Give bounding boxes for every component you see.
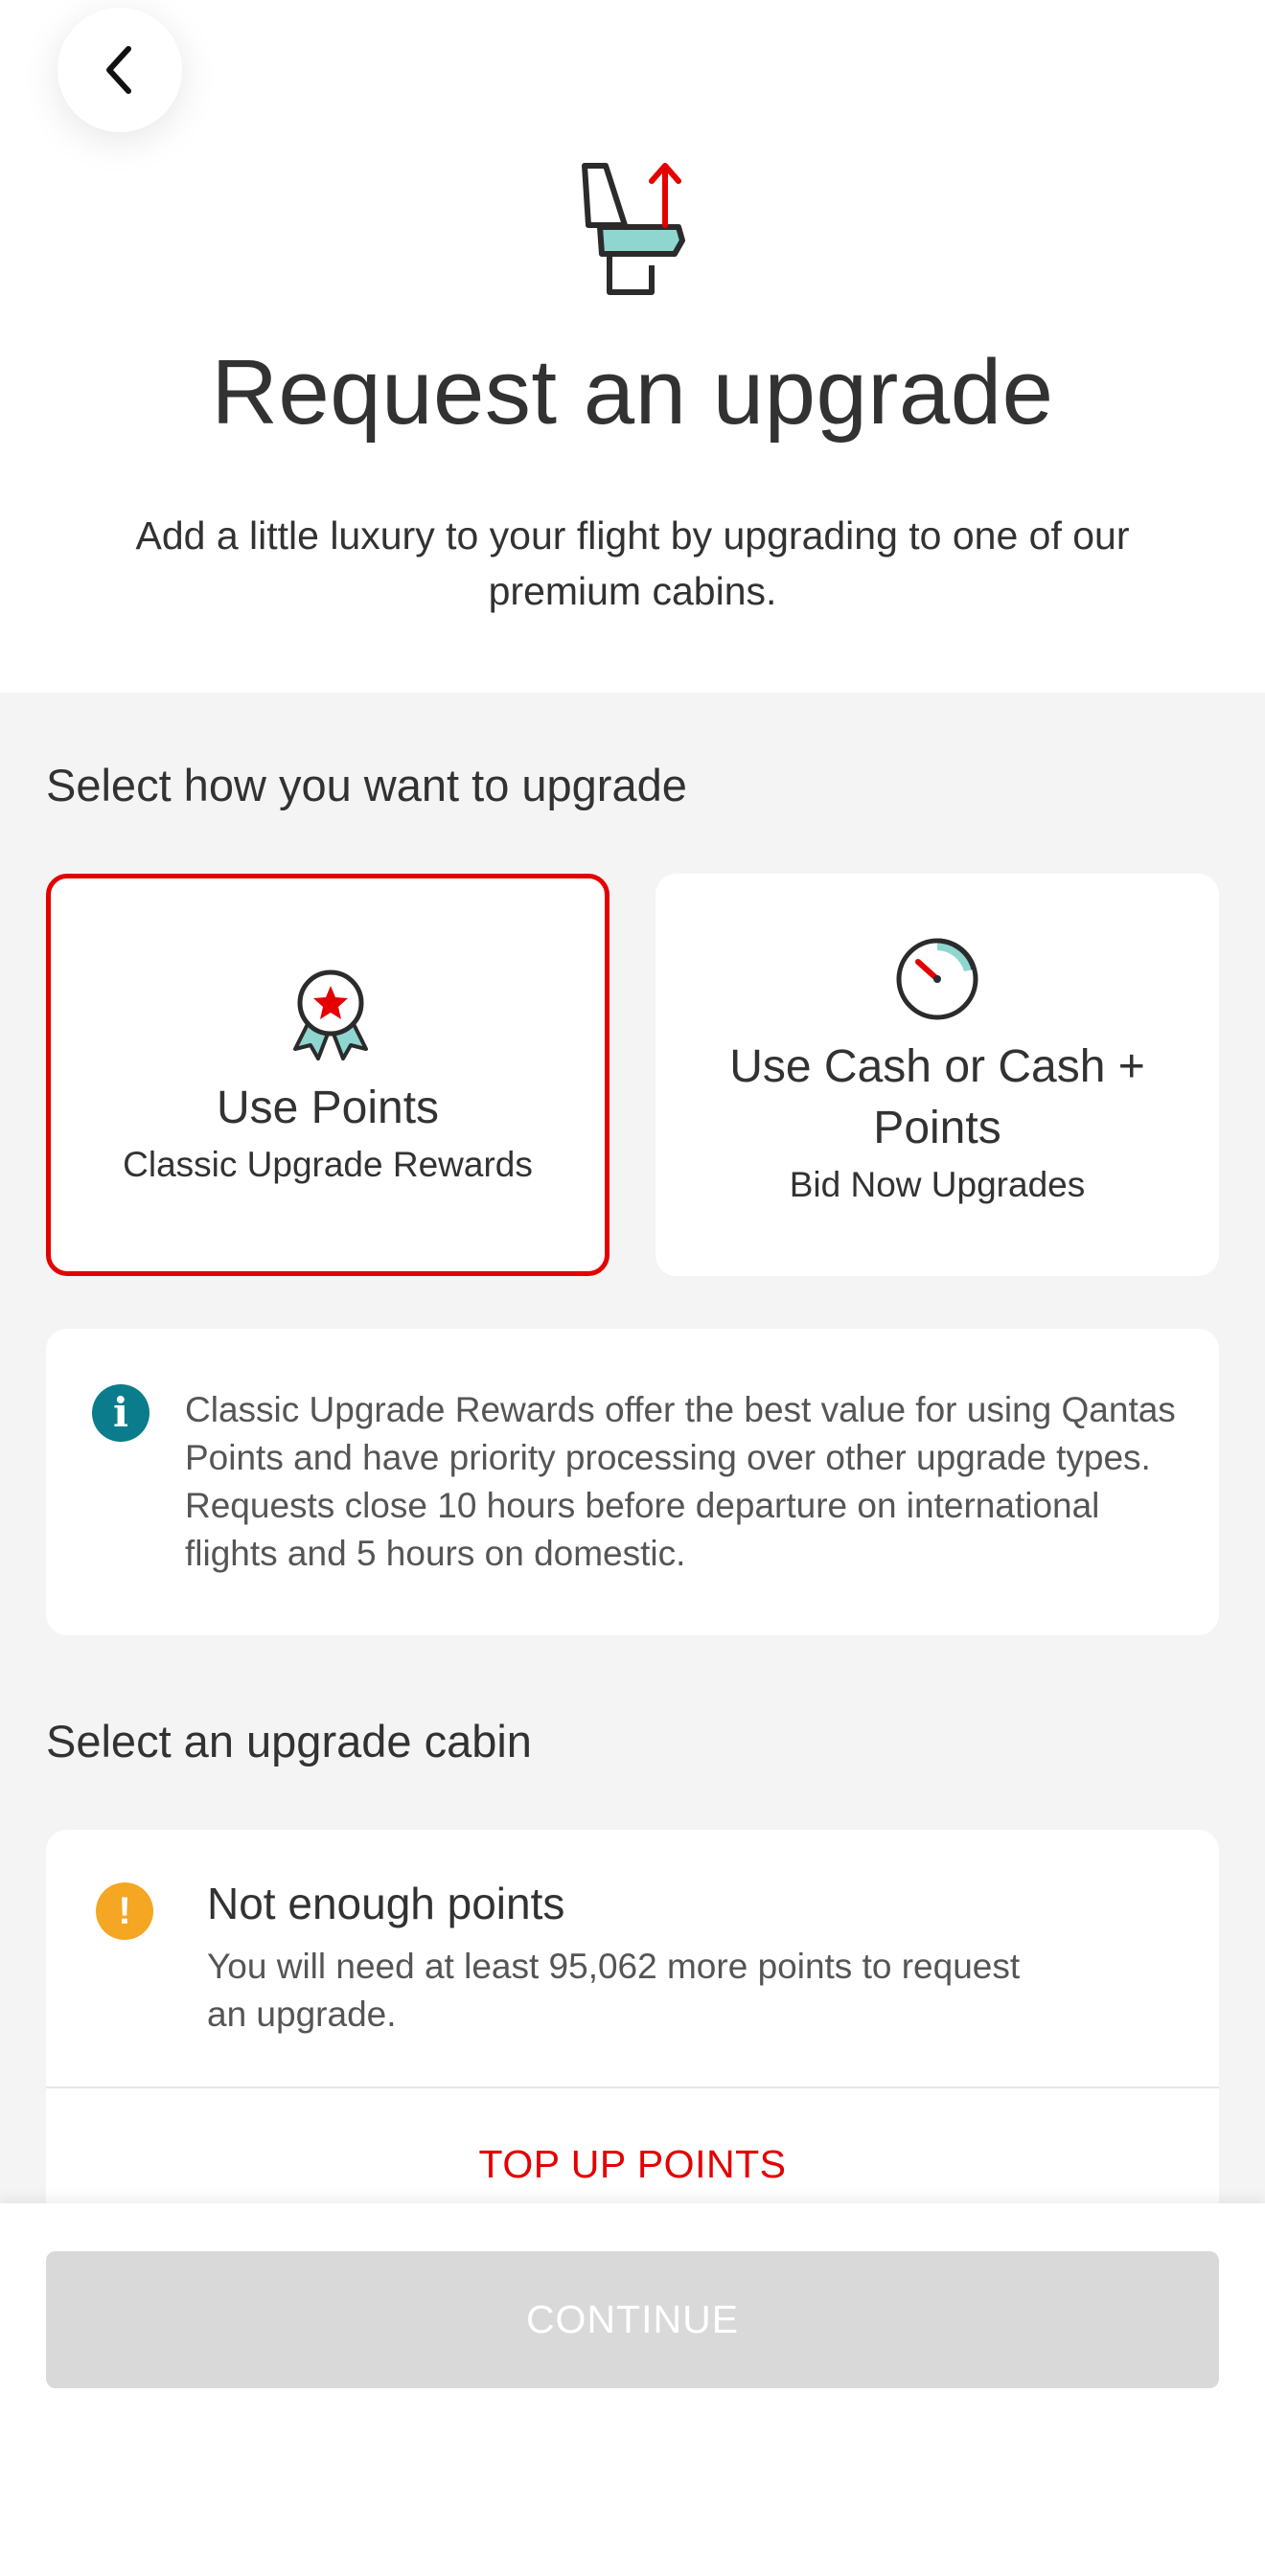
chevron-left-icon [106, 46, 131, 94]
page-title: Request an upgrade [211, 341, 1054, 444]
cabin-card: ! Not enough points You will need at lea… [46, 1830, 1219, 2232]
upgrade-method-heading: Select how you want to upgrade [46, 760, 687, 810]
award-ribbon-icon [293, 969, 368, 1060]
use-points-title: Use Points [216, 1083, 440, 1133]
use-points-subtitle: Classic Upgrade Rewards [123, 1145, 533, 1184]
warning-text: You will need at least 95,062 more point… [207, 1947, 1021, 2034]
timer-gauge-icon [896, 938, 978, 1020]
back-button[interactable] [58, 8, 182, 132]
warning-title: Not enough points [207, 1879, 565, 1928]
info-text: Classic Upgrade Rewards offer the best v… [185, 1390, 1176, 1573]
info-icon: i [92, 1384, 150, 1442]
info-card: i Classic Upgrade Rewards offer the best… [46, 1329, 1219, 1635]
use-points-option[interactable]: Use Points Classic Upgrade Rewards [46, 874, 610, 1276]
divider [46, 2086, 1219, 2088]
seat-upgrade-icon [582, 163, 685, 295]
page-subtitle: Add a little luxury to your flight by up… [135, 513, 1130, 613]
top-up-points-link[interactable]: TOP UP POINTS [46, 2142, 1219, 2187]
warning-icon: ! [96, 1882, 153, 1940]
footer: CONTINUE [0, 2203, 1265, 2576]
continue-button[interactable]: CONTINUE [46, 2251, 1219, 2388]
upgrade-cabin-heading: Select an upgrade cabin [46, 1716, 532, 1767]
use-cash-title: Use Cash or Cash + Points [729, 1041, 1145, 1153]
use-cash-subtitle: Bid Now Upgrades [789, 1165, 1086, 1204]
use-cash-option[interactable]: Use Cash or Cash + Points Bid Now Upgrad… [656, 874, 1219, 1276]
